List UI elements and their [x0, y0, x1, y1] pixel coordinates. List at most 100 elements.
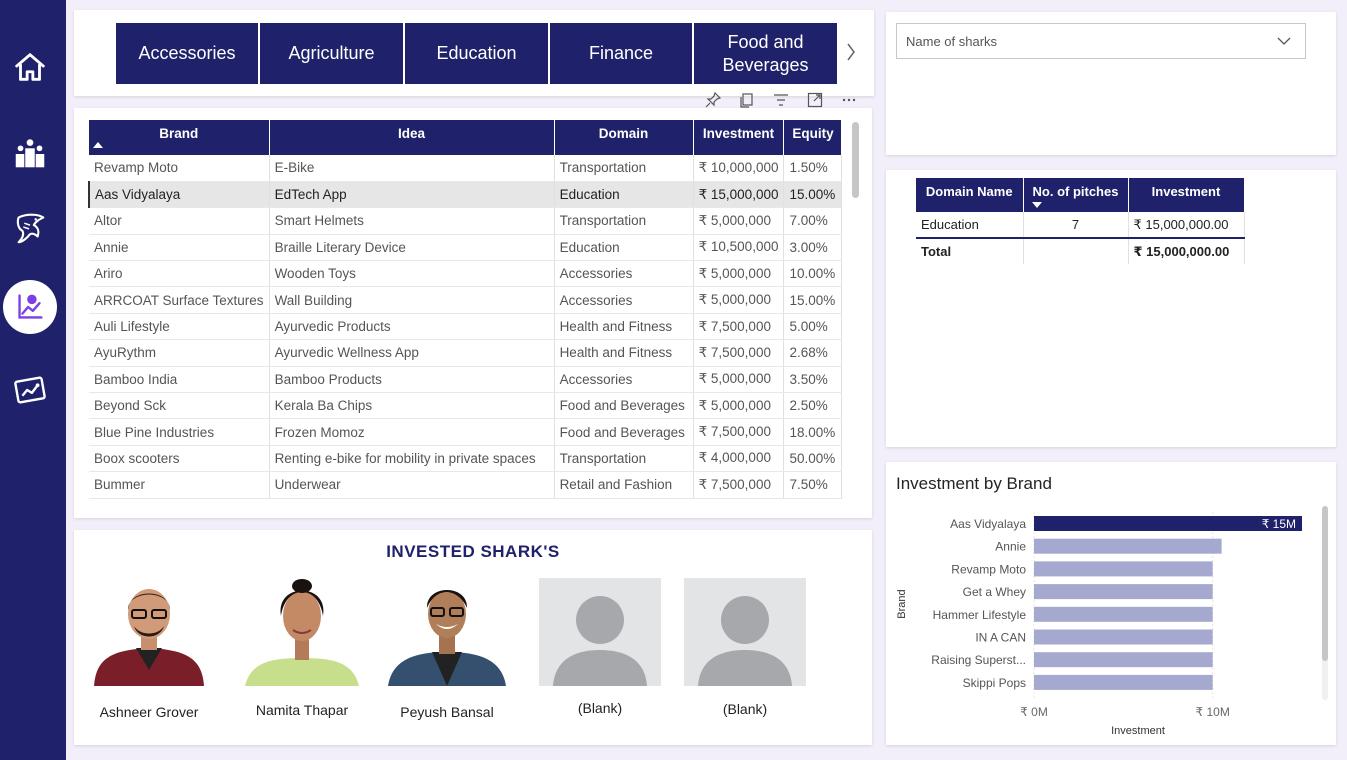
cell-brand: Annie [89, 234, 270, 262]
trend-chart-icon [14, 376, 46, 404]
cell-brand: Aas Vidyalaya [87, 181, 270, 209]
domain-summary-table: Domain Name No. of pitches Investment Ed… [916, 178, 1245, 264]
slicer-tile-education[interactable]: Education [405, 23, 548, 84]
bar[interactable] [1034, 561, 1213, 577]
shark-card[interactable]: Namita Thapar [241, 578, 363, 718]
data-label: ₹ 15M [1262, 517, 1296, 531]
bar[interactable] [1034, 538, 1222, 554]
shark-card[interactable]: Ashneer Grover [88, 578, 210, 720]
column-header-equity[interactable]: Equity [783, 120, 843, 155]
slicer-tile-agriculture[interactable]: Agriculture [260, 23, 403, 84]
cell-domain-name: Education [916, 212, 1024, 239]
leaderboard-icon [15, 139, 45, 168]
cell-idea: Smart Helmets [269, 207, 555, 235]
table-row[interactable]: Annie Braille Literary Device Education ₹ 1… [89, 234, 843, 262]
shark-name: Peyush Bansal [400, 704, 494, 720]
cell-brand: Auli Lifestyle [89, 313, 270, 341]
column-header-domain[interactable]: Domain [554, 120, 694, 155]
shark-name-dropdown[interactable]: Name of sharks [896, 23, 1306, 59]
analytics-icon [18, 294, 43, 319]
slicer-tile-accessories[interactable]: Accessories [116, 23, 258, 84]
cell-domain: Accessories [554, 260, 694, 288]
y-axis-title: Brand [896, 589, 908, 618]
table-row[interactable]: Boox scooters Renting e-bike for mobility… [89, 445, 843, 473]
focus-mode-icon[interactable] [805, 90, 825, 110]
cell-investment: ₹ 5,000,000 [693, 260, 785, 288]
shark-photo [386, 578, 508, 686]
cell-equity: 18.00% [783, 418, 843, 446]
shark-card[interactable]: (Blank) [684, 578, 806, 717]
filter-icon[interactable] [771, 90, 791, 110]
nav-leaderboard[interactable] [3, 127, 57, 181]
slicer-tile-food-and-beverages[interactable]: Food and Beverages [694, 23, 837, 84]
cell-domain: Accessories [554, 366, 694, 394]
table-row[interactable]: Aas Vidyalaya EdTech App Education ₹ 15,000… [87, 181, 843, 209]
cell-idea: Bamboo Products [269, 366, 555, 394]
column-header-brand[interactable]: Brand [89, 120, 270, 155]
table-row[interactable]: Education 7 ₹ 15,000,000.00 [916, 212, 1245, 239]
shark-card[interactable]: (Blank) [539, 578, 661, 716]
cell-brand: Ariro [89, 260, 270, 288]
copy-icon[interactable] [737, 90, 757, 110]
cell-idea: Ayurvedic Products [269, 313, 555, 341]
cell-investment: ₹ 7,500,000 [693, 313, 785, 341]
column-header-domain-name[interactable]: Domain Name [916, 178, 1024, 212]
bar[interactable] [1034, 629, 1213, 645]
cell-idea: Ayurvedic Wellness App [269, 339, 555, 367]
x-tick-label: ₹ 10M [1196, 705, 1230, 719]
cell-investment: ₹ 15,000,000 [693, 181, 785, 209]
table-scrollbar[interactable] [852, 122, 859, 198]
slicer-tile-finance[interactable]: Finance [550, 23, 692, 84]
column-header-idea[interactable]: Idea [269, 120, 555, 155]
cell-investment: ₹ 7,500,000 [693, 418, 785, 446]
pin-icon[interactable] [703, 90, 723, 110]
table-row[interactable]: Ariro Wooden Toys Accessories ₹ 5,000,000 10… [89, 260, 843, 288]
column-header-investment[interactable]: Investment [693, 120, 785, 155]
cell-investment: ₹ 7,500,000 [693, 471, 785, 499]
brand-table: Brand Idea Domain Investment Equity Reva… [87, 120, 843, 499]
table-row[interactable]: Altor Smart Helmets Transportation ₹ 5,000,… [89, 207, 843, 235]
table-row[interactable]: Beyond Sck Kerala Ba Chips Food and Bevera… [89, 392, 843, 420]
cell-investment: ₹ 10,000,000 [693, 155, 785, 182]
nav-home[interactable] [3, 40, 57, 94]
bar[interactable] [1034, 584, 1213, 600]
table-row[interactable]: Blue Pine Industries Frozen Momoz Food and… [89, 418, 843, 446]
shark-card[interactable]: Peyush Bansal [386, 578, 508, 720]
table-row[interactable]: ARRCOAT Surface Textures Wall Building Acc… [89, 286, 843, 314]
nav-sharks[interactable] [3, 200, 57, 254]
y-tick-label: Annie [995, 540, 1026, 554]
table-row[interactable]: Auli Lifestyle Ayurvedic Products Health a… [89, 313, 843, 341]
bar[interactable] [1034, 674, 1213, 690]
cell-equity: 5.00% [783, 313, 843, 341]
cell-brand: Bummer [89, 471, 270, 499]
y-tick-label: Get a Whey [963, 585, 1026, 599]
chevron-right-icon[interactable] [846, 42, 856, 62]
cell-equity: 15.00% [783, 286, 843, 314]
table-row[interactable]: Revamp Moto E-Bike Transportation ₹ 10,000,… [89, 155, 843, 182]
cell-idea: Renting e-bike for mobility in private s… [269, 445, 555, 473]
column-header-investment[interactable]: Investment [1128, 178, 1245, 212]
cell-domain: Transportation [554, 445, 694, 473]
table-row[interactable]: AyuRythm Ayurvedic Wellness App Health and… [89, 339, 843, 367]
bar[interactable] [1034, 606, 1213, 622]
cell-investment: ₹ 15,000,000.00 [1128, 212, 1245, 239]
cell-total-label: Total [916, 238, 1024, 264]
shark-name: (Blank) [577, 700, 623, 716]
table-row[interactable]: Bamboo India Bamboo Products Accessories ₹ … [89, 366, 843, 394]
cell-domain: Education [554, 234, 694, 262]
table-header-row: Domain Name No. of pitches Investment [916, 178, 1245, 212]
cell-total-pitches [1023, 238, 1129, 264]
column-header-no-of-pitches[interactable]: No. of pitches [1023, 178, 1129, 212]
nav-analytics[interactable] [3, 280, 57, 334]
bar[interactable] [1034, 652, 1213, 668]
table-row[interactable]: Bummer Underwear Retail and Fashion ₹ 7,500… [89, 471, 843, 499]
cell-idea: EdTech App [269, 181, 555, 209]
chart-scrollbar[interactable] [1322, 506, 1328, 661]
cell-brand: Bamboo India [89, 366, 270, 394]
cell-brand: AyuRythm [89, 339, 270, 367]
home-icon [15, 53, 45, 81]
nav-trends[interactable] [3, 363, 57, 417]
cell-brand: Revamp Moto [89, 155, 270, 182]
shark-photo [241, 578, 363, 686]
more-options-icon[interactable] [839, 90, 859, 110]
